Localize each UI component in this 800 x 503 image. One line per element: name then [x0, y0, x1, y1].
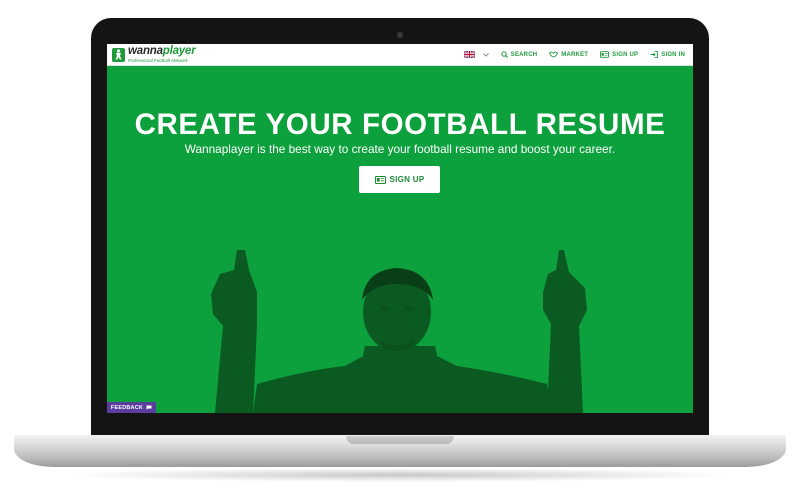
hero-title: CREATE YOUR FOOTBALL RESUME — [134, 108, 666, 141]
website-screen: wannaplayer Professional Football Networ… — [107, 44, 693, 413]
brand-tagline: Professional Football Network — [128, 57, 188, 63]
nav-search-label: SEARCH — [510, 51, 538, 58]
handshake-icon — [549, 51, 559, 58]
main-nav: SEARCH MARKET SIGN UP SIGN IN — [463, 44, 685, 65]
nav-signup-label: SIGN UP — [612, 51, 639, 58]
webcam — [397, 32, 403, 38]
hero-signup-label: SIGN UP — [389, 175, 425, 184]
brand-suffix: player — [162, 45, 196, 57]
hero-subtitle: Wannaplayer is the best way to create yo… — [184, 142, 616, 156]
player-celebration-image — [211, 250, 587, 413]
nav-signin-label: SIGN IN — [661, 51, 685, 58]
player-logo-icon — [112, 47, 125, 62]
site-logo[interactable]: wannaplayer Professional Football Networ… — [112, 45, 196, 63]
laptop-notch — [346, 436, 454, 444]
laptop-shadow — [60, 468, 740, 482]
language-selector[interactable] — [463, 51, 489, 58]
brand-prefix: wanna — [128, 45, 163, 57]
id-card-icon — [374, 175, 386, 184]
search-icon — [501, 51, 508, 58]
nav-signin[interactable]: SIGN IN — [650, 51, 685, 58]
hero-signup-button[interactable]: SIGN UP — [359, 166, 440, 193]
chat-bubble-icon — [146, 405, 152, 410]
uk-flag-icon — [463, 51, 475, 58]
nav-signup[interactable]: SIGN UP — [600, 51, 638, 58]
feedback-tab[interactable]: FEEDBACK — [107, 402, 156, 413]
nav-search[interactable]: SEARCH — [501, 51, 538, 58]
feedback-label: FEEDBACK — [110, 404, 144, 411]
top-navbar: wannaplayer Professional Football Networ… — [107, 44, 693, 66]
sign-in-icon — [650, 51, 659, 58]
chevron-down-icon — [482, 52, 489, 57]
id-card-icon — [600, 51, 610, 58]
nav-market[interactable]: MARKET — [549, 51, 588, 58]
nav-market-label: MARKET — [561, 51, 589, 58]
